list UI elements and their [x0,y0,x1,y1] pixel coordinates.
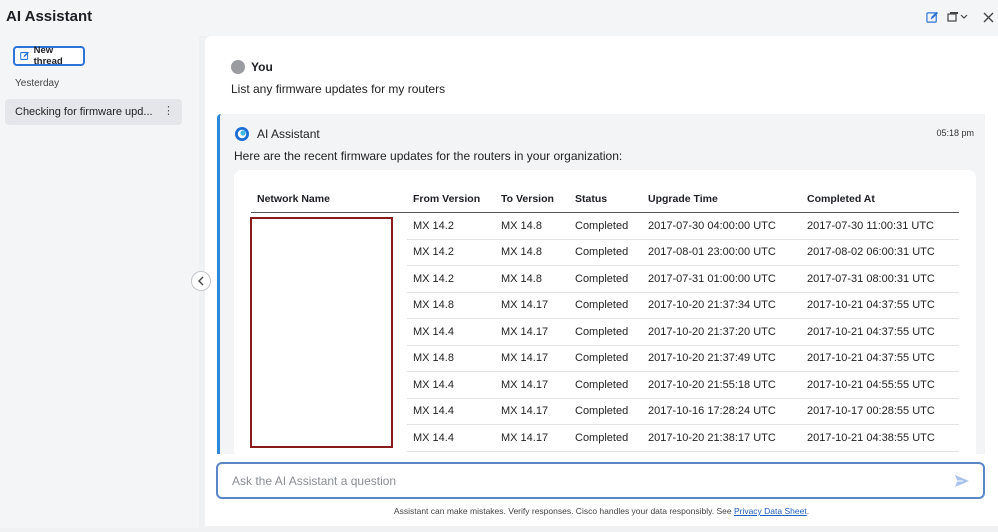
chevron-left-icon [198,276,204,286]
table-cell: MX 14.8 [495,239,569,266]
app-title: AI Assistant [6,8,93,25]
table-cell: Completed [569,345,642,372]
table-cell: Completed [569,398,642,425]
assistant-intro: Here are the recent firmware updates for… [234,149,623,163]
column-header: Status [569,188,642,213]
table-cell: 2017-08-02 06:00:31 UTC [801,239,959,266]
table-cell: Completed [569,212,642,240]
table-cell: Completed [569,265,642,293]
table-cell: MX 14.8 [495,265,569,293]
column-header: From Version [407,188,495,213]
table-cell: 2017-10-21 04:38:55 UTC [801,424,959,452]
table-cell: 2017-07-31 01:00:00 UTC [642,265,801,293]
table-cell: MX 14.8 [407,292,495,319]
column-header: To Version [495,188,569,213]
disclaimer-suffix: . [806,506,810,516]
table-cell: 2017-10-20 21:37:20 UTC [642,318,801,346]
table-header-row: Network Name From Version To Version Sta… [251,188,959,213]
send-icon [955,475,969,487]
user-message: List any firmware updates for my routers [231,82,446,96]
question-input[interactable] [218,464,938,497]
column-header: Network Name [251,188,407,213]
table-cell: Completed [569,318,642,346]
new-thread-button[interactable]: New thread [13,45,85,67]
table-cell: 2017-10-20 21:38:17 UTC [642,424,801,452]
table-cell: Completed [569,371,642,399]
table-cell: MX 14.17 [495,398,569,425]
chat-panel: You List any firmware updates for my rou… [205,36,998,526]
assistant-message: AI Assistant 05:18 pm Here are the recen… [217,114,985,460]
assistant-name: AI Assistant [257,127,320,141]
table-cell: 2017-10-20 21:37:34 UTC [642,292,801,319]
table-cell: MX 14.2 [407,239,495,266]
table-cell: Completed [569,239,642,266]
disclaimer: Assistant can make mistakes. Verify resp… [205,506,998,516]
table-cell: MX 14.4 [407,318,495,346]
send-button[interactable] [953,472,971,490]
table-cell: 2017-10-20 21:37:49 UTC [642,345,801,372]
table-cell: MX 14.17 [495,318,569,346]
thread-section-label: Yesterday [15,78,60,89]
table-cell: MX 14.17 [495,371,569,399]
redaction-box [250,217,393,448]
disclaimer-text: Assistant can make mistakes. Verify resp… [393,506,734,516]
ai-assistant-logo-icon [234,126,250,142]
composer [216,462,985,499]
close-icon[interactable] [980,9,996,25]
new-thread-label: New thread [33,45,63,67]
title-bar: AI Assistant [0,0,998,36]
firmware-table-card: Network Name From Version To Version Sta… [234,170,976,460]
table-cell: 2017-10-16 17:28:24 UTC [642,398,801,425]
table-cell: MX 14.4 [407,424,495,452]
user-name: You [251,60,273,74]
table-cell: MX 14.2 [407,265,495,293]
table-cell: 2017-08-01 23:00:00 UTC [642,239,801,266]
table-cell: MX 14.17 [495,345,569,372]
table-cell: 2017-10-20 21:55:18 UTC [642,371,801,399]
composer-area: Assistant can make mistakes. Verify resp… [205,454,998,526]
table-cell: MX 14.4 [407,398,495,425]
table-cell: Completed [569,424,642,452]
table-cell: MX 14.17 [495,292,569,319]
new-thread-icon [20,51,29,60]
table-cell: 2017-10-21 04:37:55 UTC [801,292,959,319]
thread-item[interactable]: Checking for firmware upd... ⋮ [5,99,182,125]
table-cell: MX 14.8 [407,345,495,372]
table-cell: MX 14.8 [495,212,569,240]
table-cell: 2017-07-31 08:00:31 UTC [801,265,959,293]
column-header: Completed At [801,188,959,213]
table-cell: 2017-10-21 04:37:55 UTC [801,345,959,372]
table-cell: 2017-10-17 00:28:55 UTC [801,398,959,425]
table-cell: MX 14.17 [495,424,569,452]
user-avatar [231,60,245,74]
table-cell: MX 14.2 [407,212,495,240]
more-options-icon[interactable]: ⋮ [163,104,174,117]
table-cell: 2017-10-21 04:37:55 UTC [801,318,959,346]
collapse-sidebar-button[interactable] [191,271,211,291]
table-cell: 2017-07-30 04:00:00 UTC [642,212,801,240]
thread-item-label: Checking for firmware upd... [15,106,153,118]
table-cell: 2017-10-21 04:55:55 UTC [801,371,959,399]
privacy-data-sheet-link[interactable]: Privacy Data Sheet [734,506,807,516]
message-timestamp: 05:18 pm [936,128,974,138]
column-header: Upgrade Time [642,188,801,213]
window-menu-icon[interactable] [946,9,970,25]
edit-icon[interactable] [924,9,940,25]
table-cell: MX 14.4 [407,371,495,399]
table-cell: Completed [569,292,642,319]
table-cell: 2017-07-30 11:00:31 UTC [801,212,959,240]
